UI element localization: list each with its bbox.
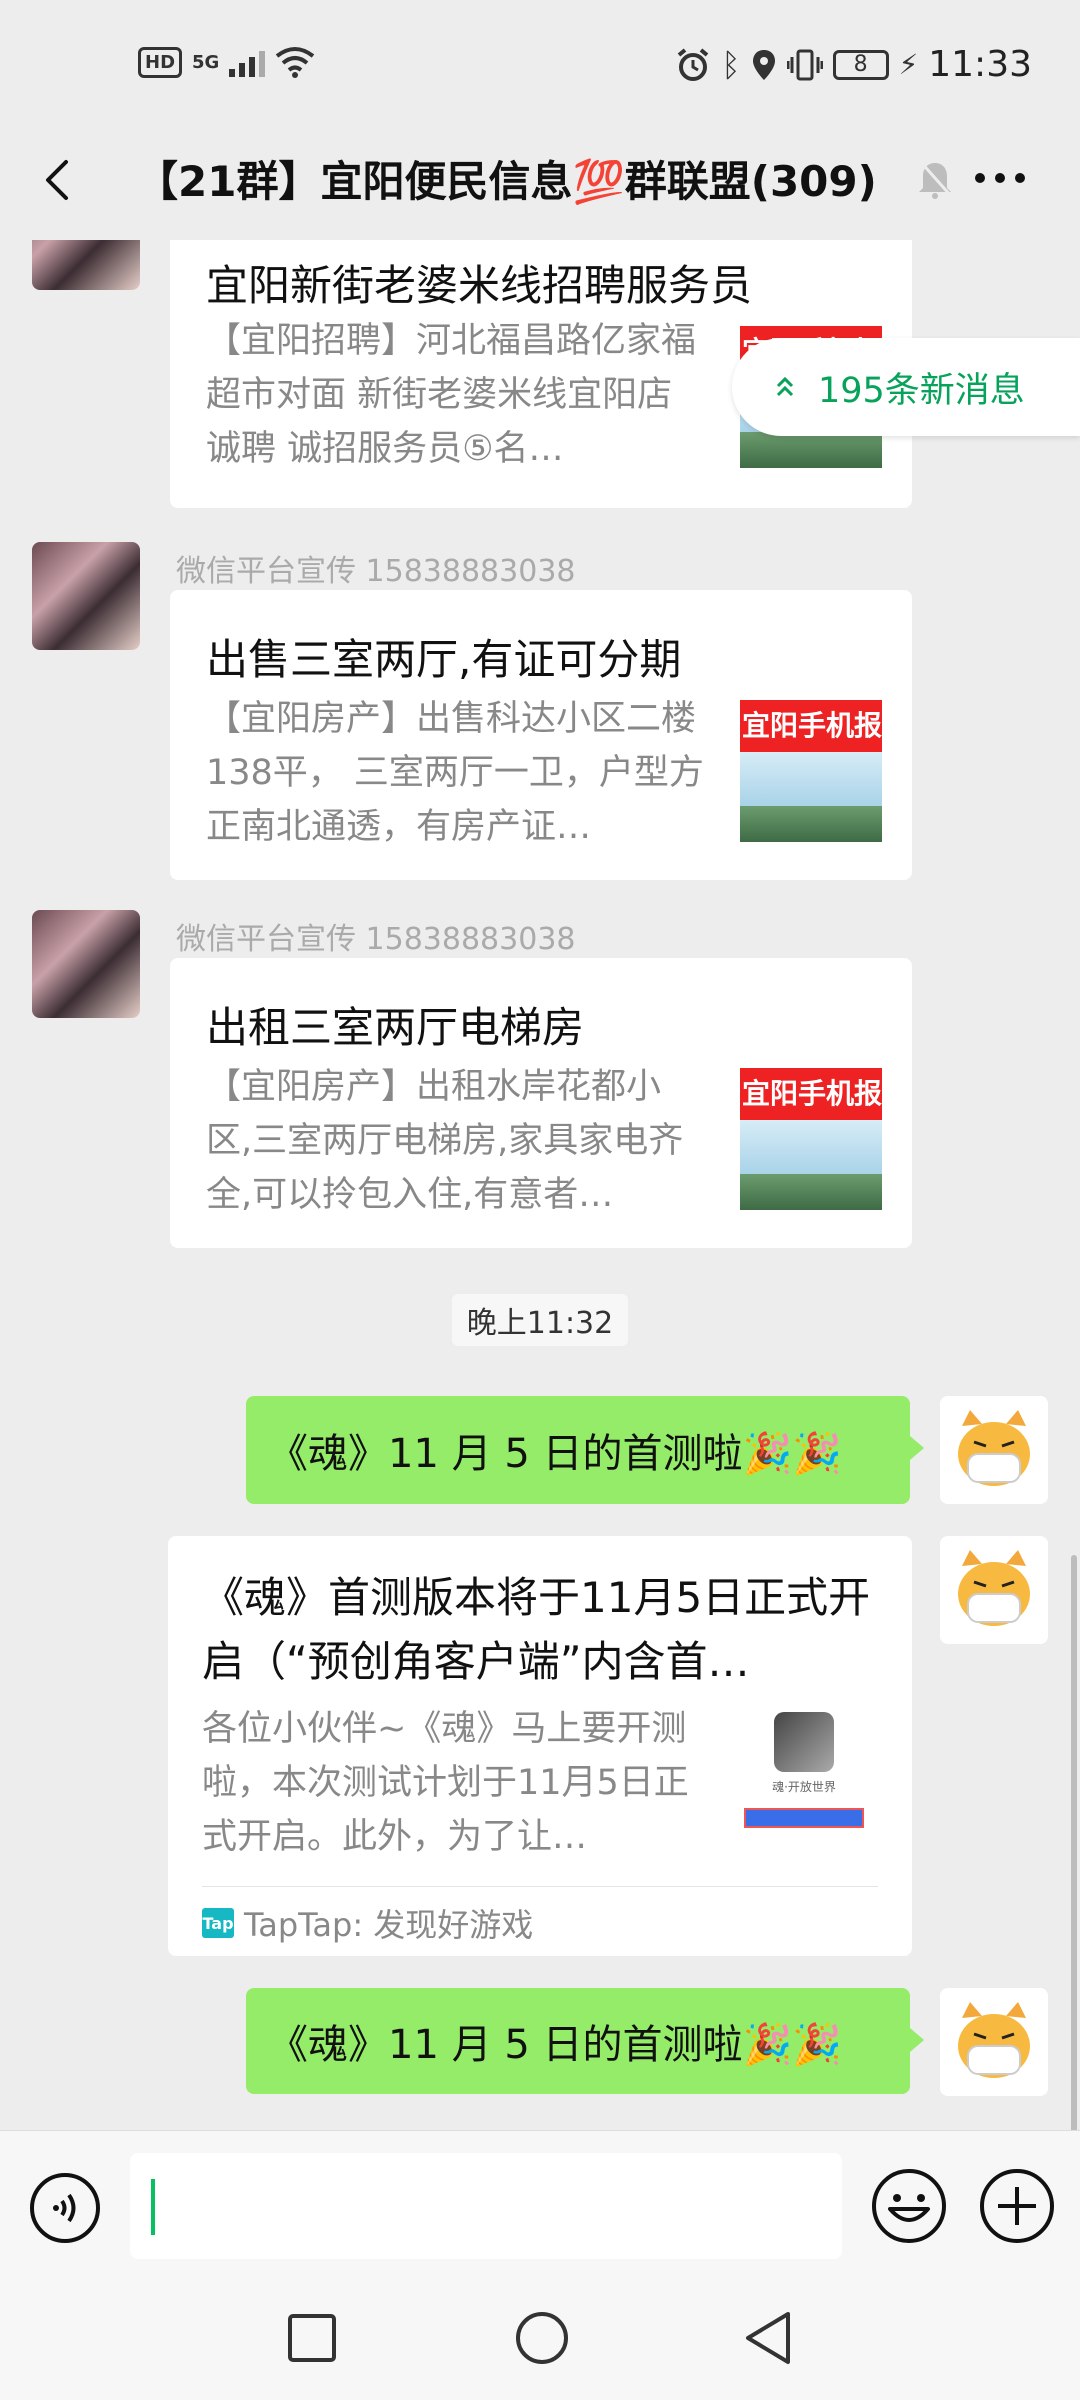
recent-apps-icon[interactable] xyxy=(286,2312,338,2364)
self-avatar-cat-icon[interactable] xyxy=(940,1396,1048,1504)
link-source-label: TapTap: 发现好游戏 xyxy=(244,1906,534,1944)
bluetooth-icon: ᛒ xyxy=(721,45,741,84)
status-right: ᛒ 8 ⚡ 11:33 xyxy=(675,44,1032,85)
taptap-logo-icon: Tap xyxy=(202,1908,234,1938)
link-source: Tap TapTap: 发现好游戏 xyxy=(202,1900,533,1946)
link-card-message[interactable]: 出售三室两厅,有证可分期 【宜阳房产】出售科达小区二楼138平， 三室两厅一卫，… xyxy=(170,590,912,880)
scrollbar[interactable] xyxy=(1071,1555,1077,2130)
double-chevron-up-icon xyxy=(776,376,794,397)
card-title: 出售三室两厅,有证可分期 xyxy=(206,635,682,684)
message-input[interactable] xyxy=(130,2153,842,2259)
message-input-bar xyxy=(0,2130,1080,2290)
battery-icon: 8 xyxy=(832,49,889,80)
vibrate-icon xyxy=(786,49,823,80)
chat-header: 【21群】宜阳便民信息💯群联盟(309) xyxy=(0,130,1080,240)
home-icon[interactable] xyxy=(514,2310,570,2366)
link-card-message[interactable]: 出租三室两厅电梯房 【宜阳房产】出租水岸花都小区,三室两厅电梯房,家具家电齐全,… xyxy=(170,958,912,1248)
charging-icon: ⚡ xyxy=(898,48,919,81)
link-card-message[interactable]: 《魂》首测版本将于11月5日正式开启（“预创角客户端”内含首… 各位小伙伴~《魂… xyxy=(168,1536,912,1956)
new-messages-button[interactable]: 195条新消息 xyxy=(732,338,1080,436)
card-title: 《魂》首测版本将于11月5日正式开启（“预创角客户端”内含首… xyxy=(202,1573,871,1686)
timestamp: 晚上11:32 xyxy=(452,1294,628,1346)
card-thumbnail: 宜阳手机报 xyxy=(740,700,882,842)
chat-title: 【21群】宜阳便民信息💯群联盟(309) xyxy=(136,157,877,206)
self-avatar-cat-icon[interactable] xyxy=(940,1988,1048,2096)
text-caret xyxy=(151,2179,155,2235)
card-description: 【宜阳招聘】河北福昌路亿家福超市对面 新街老婆米线宜阳店诚聘 诚招服务员⑤名… xyxy=(206,321,697,469)
battery-level: 8 xyxy=(853,52,868,77)
thumbnail-text: 宜阳手机报 xyxy=(740,700,882,752)
card-thumbnail: 宜阳手机报 xyxy=(740,1068,882,1210)
avatar[interactable] xyxy=(32,910,140,1018)
back-triangle-icon[interactable] xyxy=(740,2308,796,2368)
thumbnail-text: 宜阳手机报 xyxy=(740,1068,882,1120)
sender-name: 微信平台宣传 15838883038 xyxy=(176,554,576,589)
outgoing-text-bubble[interactable]: 《魂》11 月 5 日的首测啦🎉🎉 xyxy=(246,1988,924,2094)
chat-message-list[interactable]: 宜阳新街老婆米线招聘服务员 【宜阳招聘】河北福昌路亿家福超市对面 新街老婆米线宜… xyxy=(0,240,1080,2130)
alarm-icon xyxy=(678,47,709,81)
card-description: 【宜阳房产】出售科达小区二楼138平， 三室两厅一卫，户型方正南北通透，有房产证… xyxy=(206,699,704,847)
status-bar: HD 5G ᛒ 8 ⚡ 11:33 xyxy=(0,0,1080,130)
emoji-icon[interactable] xyxy=(870,2167,948,2245)
new-messages-label: 195条新消息 xyxy=(818,370,1025,411)
system-nav-bar xyxy=(0,2290,1080,2400)
mute-bell-icon xyxy=(917,159,953,199)
sender-name: 微信平台宣传 15838883038 xyxy=(176,922,576,957)
card-description: 各位小伙伴~《魂》马上要开测啦，本次测试计划于11月5日正式开启。此外，为了让… xyxy=(202,1709,689,1857)
outgoing-text-bubble[interactable]: 《魂》11 月 5 日的首测啦🎉🎉 xyxy=(246,1396,924,1504)
hd-badge: HD xyxy=(138,46,183,78)
avatar[interactable] xyxy=(32,240,140,290)
back-arrow-icon[interactable] xyxy=(30,150,90,210)
plus-icon[interactable] xyxy=(978,2167,1056,2245)
more-icon[interactable] xyxy=(970,156,1030,200)
voice-input-icon[interactable] xyxy=(28,2171,102,2245)
status-left: HD 5G xyxy=(138,46,315,78)
card-thumbnail: 魂·开放世界 xyxy=(734,1708,874,1848)
avatar[interactable] xyxy=(32,542,140,650)
card-title: 出租三室两厅电梯房 xyxy=(206,1003,585,1052)
thumbnail-caption: 魂·开放世界 xyxy=(772,1780,836,1794)
self-avatar-cat-icon[interactable] xyxy=(940,1536,1048,1644)
location-icon xyxy=(752,49,775,80)
network-type: 5G xyxy=(192,51,220,73)
signal-icon xyxy=(229,47,266,77)
card-title: 宜阳新街老婆米线招聘服务员 xyxy=(206,261,753,310)
wifi-icon xyxy=(276,47,315,78)
card-description: 【宜阳房产】出租水岸花都小区,三室两厅电梯房,家具家电齐全,可以拎包入住,有意者… xyxy=(206,1067,684,1215)
clock: 11:33 xyxy=(928,44,1032,85)
